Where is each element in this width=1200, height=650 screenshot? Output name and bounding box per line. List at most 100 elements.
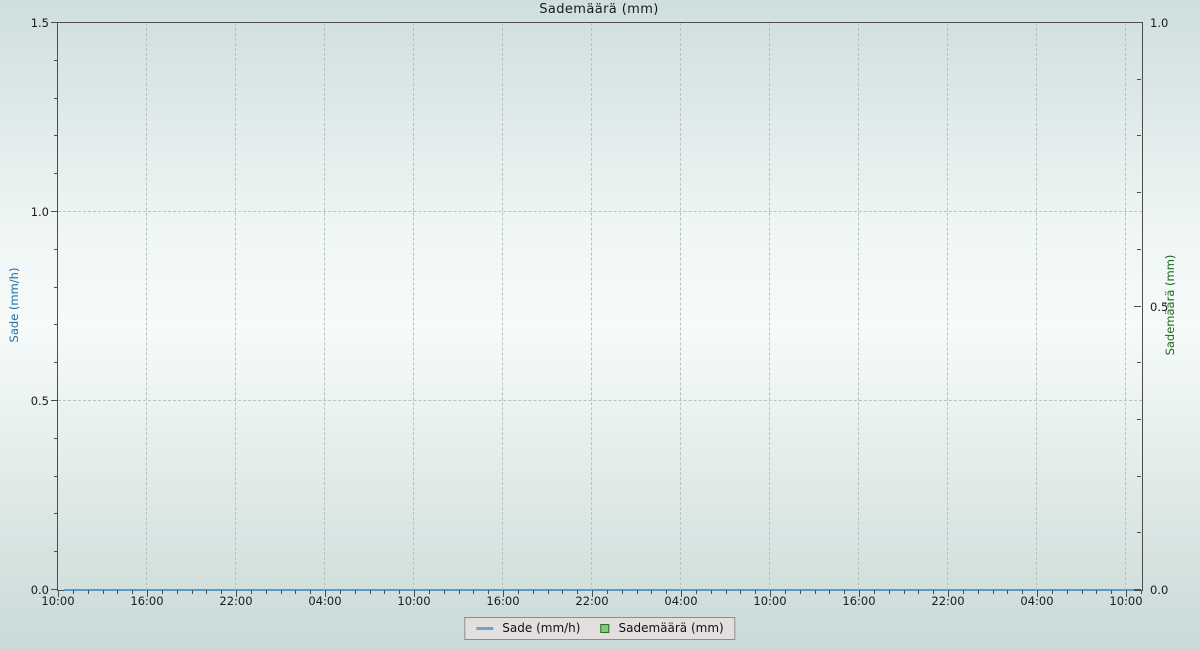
x-gridline — [858, 23, 859, 590]
x-tick — [800, 590, 801, 594]
right-tick — [1137, 135, 1141, 136]
x-tick — [459, 590, 460, 594]
x-tick — [88, 590, 89, 594]
plot-area: 10:0016:0022:0004:0010:0016:0022:0004:00… — [57, 22, 1143, 591]
x-tick — [384, 590, 385, 594]
x-tick — [266, 590, 267, 594]
right-tick — [1137, 419, 1141, 420]
x-tick — [918, 590, 919, 594]
left-tick — [54, 98, 58, 99]
x-gridline — [146, 23, 147, 590]
left-tick — [54, 287, 58, 288]
chart-title: Sademäärä (mm) — [57, 2, 1141, 17]
right-tick — [1134, 22, 1141, 23]
left-tick — [54, 324, 58, 325]
x-tick — [103, 590, 104, 594]
x-tick-label: 10:00 — [397, 594, 430, 608]
legend-item-sade: Sade (mm/h) — [476, 621, 580, 635]
x-tick-label: 10:00 — [1109, 594, 1142, 608]
x-tick — [444, 590, 445, 594]
x-tick-label: 16:00 — [842, 594, 875, 608]
right-tick — [1137, 79, 1141, 80]
left-tick — [54, 476, 58, 477]
x-tick — [355, 590, 356, 594]
x-tick — [370, 590, 371, 594]
x-tick — [562, 590, 563, 594]
x-tick-label: 22:00 — [931, 594, 964, 608]
left-tick-label: 1.0 — [31, 205, 49, 219]
x-tick — [1082, 590, 1083, 594]
left-tick — [54, 513, 58, 514]
x-tick — [206, 590, 207, 594]
left-tick — [51, 211, 58, 212]
right-tick — [1137, 476, 1141, 477]
x-tick — [295, 590, 296, 594]
left-tick — [51, 589, 58, 590]
left-tick — [51, 400, 58, 401]
x-tick — [711, 590, 712, 594]
x-gridline — [413, 23, 414, 590]
series-line-sade — [64, 589, 1134, 591]
x-gridline — [680, 23, 681, 590]
x-tick — [177, 590, 178, 594]
x-tick — [637, 590, 638, 594]
x-tick — [651, 590, 652, 594]
x-tick — [548, 590, 549, 594]
x-tick — [1007, 590, 1008, 594]
x-gridline — [502, 23, 503, 590]
x-tick — [889, 590, 890, 594]
x-gridline — [1125, 23, 1126, 590]
x-tick — [993, 590, 994, 594]
right-tick — [1134, 306, 1141, 307]
right-tick-label: 0.0 — [1150, 583, 1168, 597]
x-tick — [978, 590, 979, 594]
right-axis-title: Sademäärä (mm) — [1163, 255, 1177, 356]
x-tick — [904, 590, 905, 594]
legend-line-marker-icon — [476, 627, 493, 630]
x-tick-label: 04:00 — [1020, 594, 1053, 608]
x-tick — [473, 590, 474, 594]
x-tick — [1067, 590, 1068, 594]
x-tick — [192, 590, 193, 594]
y-gridline — [58, 211, 1142, 212]
x-tick — [726, 590, 727, 594]
right-tick — [1137, 362, 1141, 363]
x-gridline — [235, 23, 236, 590]
x-tick-label: 16:00 — [130, 594, 163, 608]
right-tick-label: 1.0 — [1150, 16, 1168, 30]
x-gridline — [947, 23, 948, 590]
x-tick — [740, 590, 741, 594]
x-tick-label: 22:00 — [575, 594, 608, 608]
left-tick — [54, 362, 58, 363]
left-tick — [54, 249, 58, 250]
x-tick-label: 04:00 — [664, 594, 697, 608]
right-tick — [1137, 532, 1141, 533]
x-gridline — [1036, 23, 1037, 590]
left-tick-label: 0.0 — [31, 583, 49, 597]
right-tick — [1137, 192, 1141, 193]
x-gridline — [769, 23, 770, 590]
x-gridline — [591, 23, 592, 590]
right-tick — [1134, 589, 1141, 590]
x-tick — [622, 590, 623, 594]
chart-legend: Sade (mm/h) Sademäärä (mm) — [464, 617, 735, 640]
x-tick-label: 22:00 — [219, 594, 252, 608]
y-gridline — [58, 400, 1142, 401]
precipitation-chart-page: { "chart": { "title": "Sademäärä (mm)" }… — [0, 0, 1200, 650]
left-tick — [54, 135, 58, 136]
left-axis-title: Sade (mm/h) — [7, 268, 21, 343]
right-tick — [1137, 249, 1141, 250]
x-tick — [533, 590, 534, 594]
x-tick-label: 16:00 — [486, 594, 519, 608]
legend-item-sademaara: Sademäärä (mm) — [600, 621, 723, 635]
left-tick — [54, 438, 58, 439]
left-tick — [54, 60, 58, 61]
x-gridline — [324, 23, 325, 590]
x-tick-label: 10:00 — [753, 594, 786, 608]
left-tick — [51, 22, 58, 23]
legend-square-marker-icon — [600, 624, 609, 633]
legend-label-sade: Sade (mm/h) — [502, 621, 580, 635]
x-tick — [1096, 590, 1097, 594]
x-tick — [117, 590, 118, 594]
left-tick — [54, 173, 58, 174]
